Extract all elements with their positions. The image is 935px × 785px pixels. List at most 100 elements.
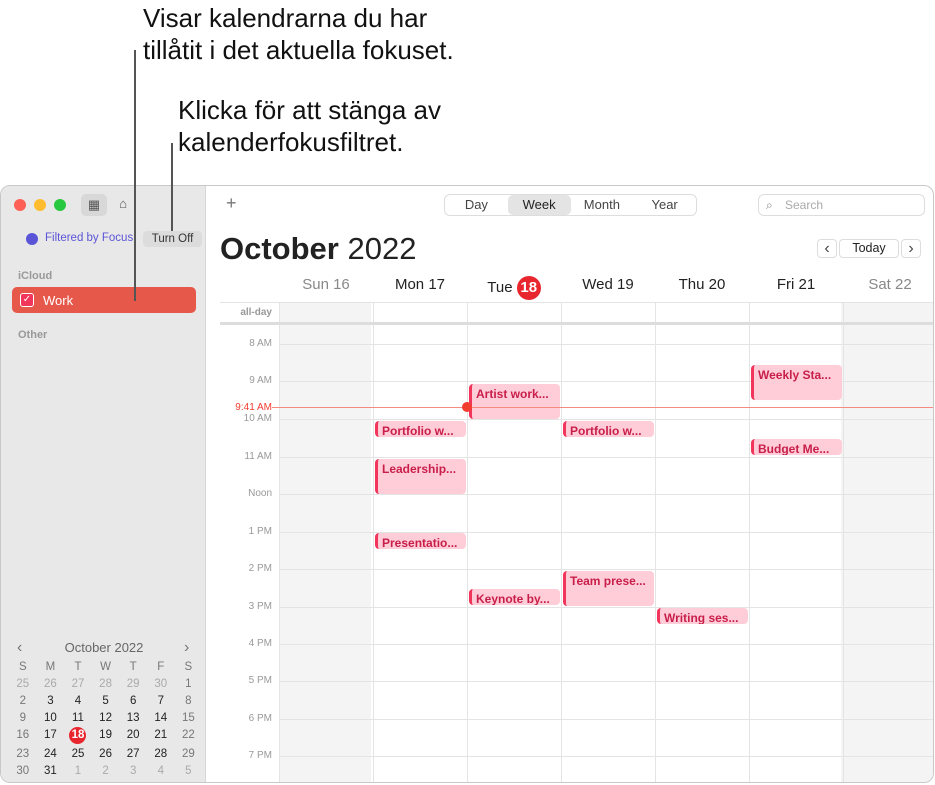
next-month-icon[interactable]: ›: [184, 639, 189, 657]
day-column[interactable]: [843, 302, 933, 782]
checkbox[interactable]: ✓: [20, 293, 34, 307]
event[interactable]: Budget Me...: [751, 439, 842, 455]
close-button[interactable]: [14, 199, 26, 211]
callout-leader: [171, 143, 173, 231]
mini-day[interactable]: 13: [119, 712, 147, 725]
mini-day[interactable]: 28: [147, 748, 175, 761]
mini-day[interactable]: 27: [119, 748, 147, 761]
day-header-sun[interactable]: Sun 16: [279, 276, 373, 293]
minimize-button[interactable]: [34, 199, 46, 211]
hour-line: [279, 681, 933, 682]
mini-day[interactable]: 11: [64, 712, 92, 725]
day-header-wed[interactable]: Wed 19: [561, 276, 655, 293]
mini-day[interactable]: 24: [37, 748, 65, 761]
hour-line: [279, 419, 933, 420]
hour-label: 4 PM: [248, 638, 272, 649]
mini-day[interactable]: 18: [69, 727, 87, 744]
mini-day[interactable]: 14: [147, 712, 175, 725]
calendar-item-work[interactable]: ✓ Work: [12, 287, 196, 313]
mini-day[interactable]: 30: [147, 678, 175, 691]
event[interactable]: Writing ses...: [657, 608, 748, 624]
zoom-button[interactable]: [54, 199, 66, 211]
mini-day[interactable]: 4: [147, 765, 175, 778]
hour-label: 11 AM: [244, 451, 272, 462]
tab-year[interactable]: Year: [633, 195, 696, 215]
mini-day[interactable]: 29: [119, 678, 147, 691]
prev-week-button[interactable]: ‹: [817, 239, 837, 258]
sidebar: ▦ ⌂ Filtered by Focus Turn Off iCloud ✓ …: [1, 186, 206, 782]
mini-day[interactable]: 29: [175, 748, 203, 761]
day-number: 21: [798, 276, 816, 293]
mini-day[interactable]: 12: [92, 712, 120, 725]
mini-day[interactable]: 1: [64, 765, 92, 778]
mini-day[interactable]: 25: [9, 678, 37, 691]
view-switcher: Day Week Month Year: [444, 194, 697, 216]
turn-off-button[interactable]: Turn Off: [143, 231, 202, 247]
mini-day[interactable]: 19: [92, 729, 120, 742]
mini-day[interactable]: 6: [119, 695, 147, 708]
day-header-tue[interactable]: Tue 18: [467, 276, 561, 300]
mini-day[interactable]: 21: [147, 729, 175, 742]
mini-day[interactable]: 28: [92, 678, 120, 691]
mini-day[interactable]: 5: [175, 765, 203, 778]
mini-day[interactable]: 30: [9, 765, 37, 778]
mini-day[interactable]: 23: [9, 748, 37, 761]
tab-day[interactable]: Day: [445, 195, 508, 215]
day-header-sat[interactable]: Sat 22: [843, 276, 933, 293]
mini-day[interactable]: 8: [175, 695, 203, 708]
tab-month[interactable]: Month: [571, 195, 634, 215]
event[interactable]: Team prese...: [563, 571, 654, 606]
event[interactable]: Presentatio...: [375, 533, 466, 549]
event[interactable]: Weekly Sta...: [751, 365, 842, 400]
mini-day[interactable]: 16: [9, 729, 37, 742]
mini-day[interactable]: 3: [37, 695, 65, 708]
mini-day[interactable]: 15: [175, 712, 203, 725]
day-column[interactable]: [561, 302, 655, 782]
day-column[interactable]: [467, 302, 561, 782]
mini-day[interactable]: 4: [64, 695, 92, 708]
search-input[interactable]: ⌕ Search: [758, 194, 925, 216]
mini-day[interactable]: 27: [64, 678, 92, 691]
mini-day[interactable]: 2: [9, 695, 37, 708]
day-column[interactable]: [655, 302, 749, 782]
day-header-fri[interactable]: Fri 21: [749, 276, 843, 293]
day-name: Sun: [302, 276, 329, 293]
event[interactable]: Portfolio w...: [375, 421, 466, 437]
weekday-label: T: [129, 661, 137, 673]
mini-day[interactable]: 25: [64, 748, 92, 761]
day-header-thu[interactable]: Thu 20: [655, 276, 749, 293]
header-divider: [220, 302, 933, 303]
event[interactable]: Leadership...: [375, 459, 466, 494]
tab-week[interactable]: Week: [507, 195, 571, 215]
group-other: Other: [18, 329, 48, 341]
mini-day[interactable]: 20: [119, 729, 147, 742]
add-event-button[interactable]: +: [226, 193, 237, 214]
calendar-window: ▦ ⌂ Filtered by Focus Turn Off iCloud ✓ …: [0, 185, 934, 783]
day-name: Mon: [394, 276, 425, 293]
event[interactable]: Artist work...: [469, 384, 560, 419]
mini-day[interactable]: 1: [175, 678, 203, 691]
weekday-label: S: [18, 661, 27, 673]
day-header-mon[interactable]: Mon 17: [373, 276, 467, 293]
mini-day[interactable]: 31: [37, 765, 65, 778]
calendar-list-icon[interactable]: ▦: [81, 194, 107, 216]
next-week-button[interactable]: ›: [901, 239, 921, 258]
event[interactable]: Keynote by...: [469, 589, 560, 605]
event[interactable]: Portfolio w...: [563, 421, 654, 437]
inbox-icon[interactable]: ⌂: [113, 196, 133, 211]
day-name: Thu: [678, 276, 705, 293]
mini-day[interactable]: 26: [92, 748, 120, 761]
weekday-label: T: [74, 661, 82, 673]
mini-day[interactable]: 7: [147, 695, 175, 708]
mini-day[interactable]: 10: [37, 712, 65, 725]
day-column[interactable]: [279, 302, 373, 782]
mini-day[interactable]: 9: [9, 712, 37, 725]
mini-day[interactable]: 2: [92, 765, 120, 778]
mini-day[interactable]: 3: [119, 765, 147, 778]
mini-day[interactable]: 17: [37, 729, 65, 742]
mini-day[interactable]: 5: [92, 695, 120, 708]
hour-label: 6 PM: [248, 713, 272, 724]
mini-day[interactable]: 26: [37, 678, 65, 691]
mini-day[interactable]: 22: [175, 729, 203, 742]
today-button[interactable]: Today: [839, 239, 899, 258]
